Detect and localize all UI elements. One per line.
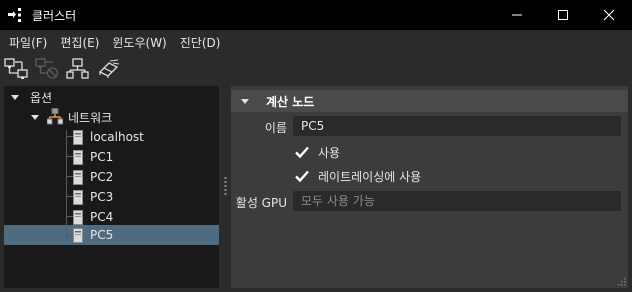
tree-node-pc4[interactable]: PC4 [4, 207, 219, 227]
computer-icon [73, 170, 83, 185]
title-bar: 클러스터 [0, 0, 632, 30]
tree-node-label: PC5 [90, 228, 114, 242]
use-checkbox[interactable] [294, 144, 310, 160]
menu-window[interactable]: 윈도우(W) [107, 34, 171, 51]
tree-node-label: localhost [90, 130, 144, 144]
tree-node-pc2[interactable]: PC2 [4, 167, 219, 187]
properties-panel: 계산 노드 이름 PC5 사용 레이트레이싱에 사용 활성 GPU 모두 사용 … [231, 86, 628, 288]
active-gpu-label: 활성 GPU [235, 196, 287, 210]
tree-node-localhost[interactable]: localhost [4, 127, 219, 147]
tree-item-network[interactable]: 네트워크 [4, 107, 219, 127]
raytracing-checkbox-row[interactable]: 레이트레이싱에 사용 [294, 166, 421, 186]
tree-node-pc1[interactable]: PC1 [4, 147, 219, 167]
computer-icon [73, 228, 83, 243]
tree-connector-line [66, 225, 67, 236]
checkmark-icon [295, 170, 309, 183]
tree-node-label: PC1 [90, 150, 114, 164]
maximize-button[interactable] [540, 0, 586, 30]
tree-node-label: PC2 [90, 170, 114, 184]
add-network-button[interactable] [2, 56, 30, 82]
tree-node-pc3[interactable]: PC3 [4, 187, 219, 207]
toolbar [0, 54, 632, 84]
eraser-button[interactable] [95, 56, 123, 82]
cluster-app-icon [8, 8, 21, 22]
tree-item-options[interactable]: 옵션 [4, 87, 219, 107]
eraser-icon [98, 59, 120, 78]
section-header-compute-node[interactable]: 계산 노드 [231, 90, 628, 112]
tree-node-pc5[interactable]: PC5 [4, 225, 219, 245]
computer-icon [73, 210, 83, 225]
raytracing-checkbox-label: 레이트레이싱에 사용 [318, 169, 422, 184]
expand-caret-icon[interactable] [10, 92, 20, 102]
computer-icon [73, 130, 83, 145]
network-node-icon [66, 58, 89, 79]
tree-item-label: 네트워크 [68, 110, 113, 125]
network-icon [47, 108, 63, 125]
cluster-tree: 옵션 네트워크 localhost PC1 PC2 PC3 PC4 PC5 [4, 86, 219, 288]
network-node-button[interactable] [64, 56, 92, 82]
use-checkbox-label: 사용 [318, 145, 341, 160]
active-gpu-field[interactable]: 모두 사용 가능 [293, 191, 621, 211]
menu-edit[interactable]: 편집(E) [55, 34, 104, 51]
name-label: 이름 [264, 121, 287, 135]
raytracing-checkbox[interactable] [294, 168, 310, 184]
add-network-icon [4, 58, 28, 79]
close-button[interactable] [586, 0, 632, 30]
splitter-handle[interactable] [224, 176, 227, 196]
computer-icon [73, 190, 83, 205]
section-title: 계산 노드 [266, 94, 315, 109]
menu-bar: 파일(F) 편집(E) 윈도우(W) 진단(D) [0, 30, 632, 54]
menu-diagnostics[interactable]: 진단(D) [175, 34, 226, 51]
tree-item-label: 옵션 [30, 90, 53, 105]
remove-network-icon [35, 58, 59, 79]
computer-icon [73, 150, 83, 165]
tree-node-label: PC4 [90, 210, 114, 224]
minimize-icon [512, 14, 522, 16]
collapse-caret-icon[interactable] [240, 96, 250, 106]
minimize-button[interactable] [494, 0, 540, 30]
menu-file[interactable]: 파일(F) [4, 34, 52, 51]
resize-grip-icon[interactable] [616, 276, 626, 286]
remove-network-button[interactable] [33, 56, 61, 82]
window-title: 클러스터 [32, 8, 77, 23]
checkmark-icon [295, 146, 309, 159]
maximize-icon [558, 10, 568, 20]
use-checkbox-row[interactable]: 사용 [294, 142, 340, 162]
close-icon [603, 9, 615, 21]
tree-node-label: PC3 [90, 190, 114, 204]
name-field[interactable]: PC5 [293, 116, 621, 136]
expand-caret-icon[interactable] [30, 112, 40, 122]
